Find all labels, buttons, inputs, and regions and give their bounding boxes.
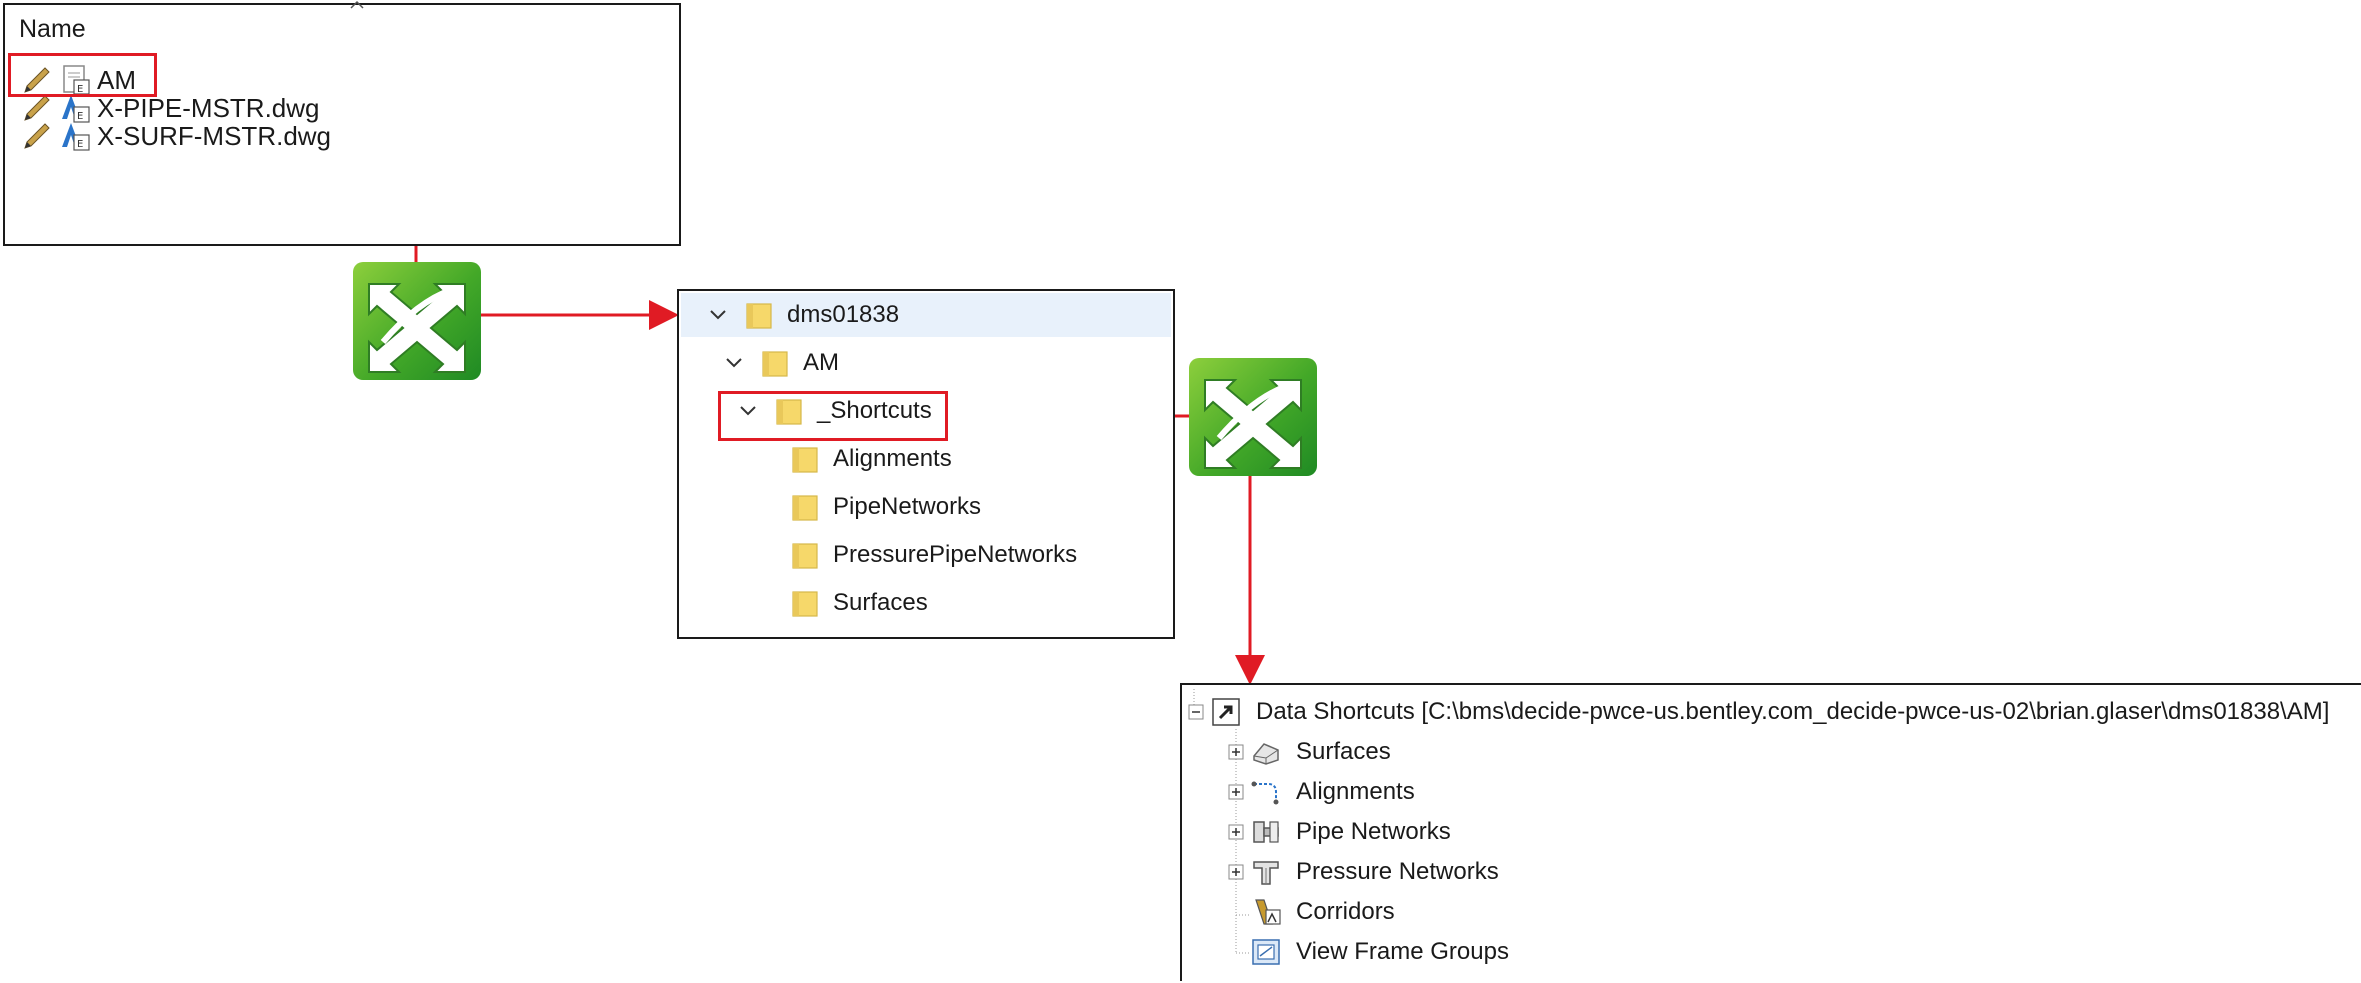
folder-icon [762,351,788,377]
expand-icon[interactable] [1228,744,1244,760]
name-column-header[interactable]: Name [19,15,86,44]
tree-item-surfaces[interactable]: Surfaces [791,583,928,623]
ds-item-alignments[interactable]: Alignments [1228,773,1415,811]
ds-item-label: Surfaces [1296,738,1391,765]
file-list-panel: Name E AM E X-PIPE-MSTR.dwg E X-SURF-MST… [3,0,681,246]
shortcut-arrow-icon [1212,698,1240,726]
ds-item-pipe-networks[interactable]: Pipe Networks [1228,813,1451,851]
surface-icon [1253,743,1279,765]
data-shortcuts-panel: Data Shortcuts [C:\bms\decide-pwce-us.be… [1180,683,2361,981]
folder-icon [792,591,818,617]
sync-arrows-icon [353,262,481,380]
file-name-label: X-SURF-MSTR.dwg [97,120,332,151]
alignment-icon [1251,781,1279,805]
tree-item-dms01838[interactable]: dms01838 [707,295,899,335]
folder-icon [792,447,818,473]
chevron-down-icon[interactable] [707,304,729,326]
file-list-item-x-surf[interactable]: E X-SURF-MSTR.dwg [21,117,331,155]
ds-item-label: View Frame Groups [1296,938,1509,965]
expand-icon[interactable] [1228,784,1244,800]
pencil-icon [24,123,50,149]
ds-item-pressure-networks[interactable]: Pressure Networks [1228,853,1499,891]
folder-tree-panel: dms01838 AM _Shortcuts Alignments PipeNe… [677,289,1175,639]
folder-icon [792,495,818,521]
expand-icon[interactable] [1228,864,1244,880]
tree-item-label: AM [803,349,839,376]
tree-item-pipenetworks[interactable]: PipeNetworks [791,487,981,527]
folder-icon [746,303,772,329]
ds-item-view-frame-groups[interactable]: View Frame Groups [1250,933,1509,971]
tree-item-label: dms01838 [787,301,900,328]
ds-item-surfaces[interactable]: Surfaces [1228,733,1391,771]
folder-icon [792,543,818,569]
tree-item-label: PipeNetworks [833,493,982,520]
data-shortcuts-root[interactable]: Data Shortcuts [C:\bms\decide-pwce-us.be… [1188,693,2329,731]
tree-item-pressurepipenetworks[interactable]: PressurePipeNetworks [791,535,1077,575]
view-frame-group-icon [1252,939,1280,965]
corridor-icon [1255,899,1281,925]
ds-item-label: Alignments [1296,778,1415,805]
pressure-network-icon [1253,861,1279,885]
ds-item-label: Pipe Networks [1296,818,1451,845]
sort-chevron-up-icon[interactable] [349,0,365,13]
collapse-icon[interactable] [1188,704,1204,720]
pipe-network-icon [1253,821,1279,843]
ds-item-corridors[interactable]: Corridors [1250,893,1395,931]
tree-item-label: Surfaces [833,589,928,616]
root-label: Data Shortcuts [C:\bms\decide-pwce-us.be… [1256,698,2330,725]
ds-item-label: Pressure Networks [1296,858,1499,885]
tree-item-am[interactable]: AM [723,343,839,383]
ds-item-label: Corridors [1296,898,1395,925]
tree-item-alignments[interactable]: Alignments [791,439,952,479]
sync-arrows-icon [1189,358,1317,476]
highlight-shortcuts-item [718,391,948,441]
svg-text:E: E [77,139,83,150]
tree-item-label: Alignments [833,445,952,472]
highlight-am-item [8,53,157,97]
dwg-file-icon: E [62,123,90,151]
tree-item-label: PressurePipeNetworks [833,541,1078,568]
expand-icon[interactable] [1228,824,1244,840]
chevron-down-icon[interactable] [723,352,745,374]
